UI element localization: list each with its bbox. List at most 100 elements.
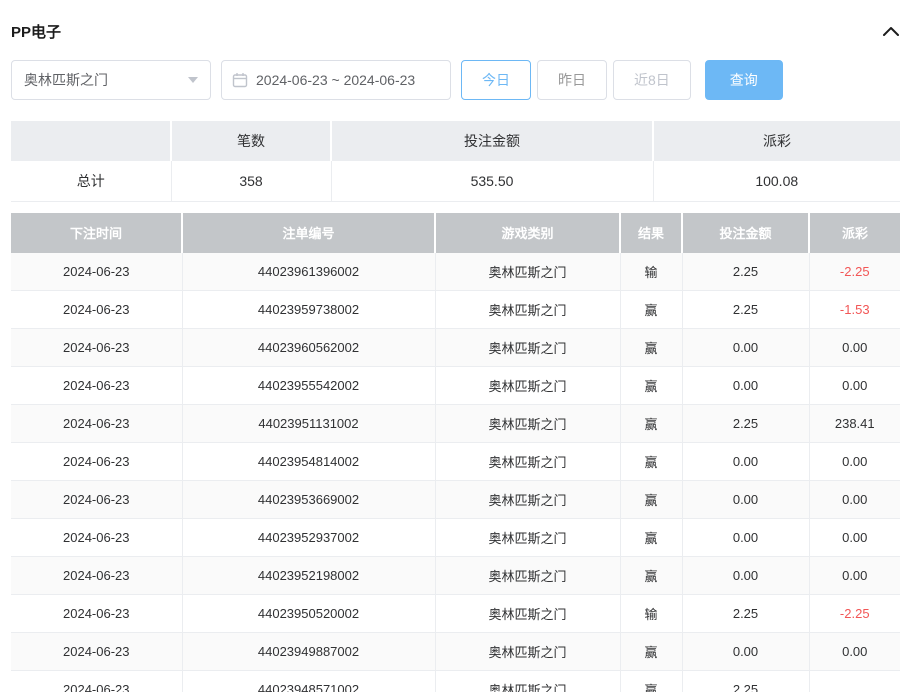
- chevron-down-icon: [188, 77, 198, 83]
- bet-time-cell: 2024-06-23: [11, 291, 182, 329]
- bet-amount-cell: 0.00: [682, 519, 809, 557]
- bet-time-cell: 2024-06-23: [11, 329, 182, 367]
- bet-time-cell: 2024-06-23: [11, 671, 182, 692]
- table-row: 2024-06-2344023952937002奥林匹斯之门赢0.000.00: [11, 519, 900, 557]
- payout-cell: 0.00: [809, 633, 900, 671]
- result-cell: 赢: [620, 405, 682, 443]
- bet-id-cell: 44023961396002: [182, 253, 435, 291]
- page-title: PP电子: [11, 21, 61, 42]
- collapse-button[interactable]: [882, 25, 900, 37]
- summary-count-value: 358: [171, 161, 331, 201]
- result-cell: 赢: [620, 671, 682, 692]
- summary-table: 笔数 投注金额 派彩 总计 358 535.50 100.08: [11, 121, 900, 202]
- bet-amount-cell: 2.25: [682, 291, 809, 329]
- game-cell: 奥林匹斯之门: [435, 253, 620, 291]
- bet-amount-cell: 0.00: [682, 557, 809, 595]
- table-row: 2024-06-2344023949887002奥林匹斯之门赢0.000.00: [11, 633, 900, 671]
- table-row: 2024-06-2344023952198002奥林匹斯之门赢0.000.00: [11, 557, 900, 595]
- summary-header-row: 笔数 投注金额 派彩: [11, 121, 900, 161]
- payout-cell: 0.00: [809, 519, 900, 557]
- date-range-input[interactable]: 2024-06-23 ~ 2024-06-23: [221, 60, 451, 100]
- game-cell: 奥林匹斯之门: [435, 671, 620, 692]
- table-row: 2024-06-2344023960562002奥林匹斯之门赢0.000.00: [11, 329, 900, 367]
- table-row: 2024-06-2344023954814002奥林匹斯之门赢0.000.00: [11, 443, 900, 481]
- payout-cell: 0.00: [809, 557, 900, 595]
- payout-cell: -2.25: [809, 595, 900, 633]
- bet-table-body: 2024-06-2344023961396002奥林匹斯之门输2.25-2.25…: [11, 253, 900, 692]
- summary-payout-value: 100.08: [653, 161, 900, 201]
- table-row: 2024-06-2344023948571002奥林匹斯之门赢2.25: [11, 671, 900, 692]
- bet-time-cell: 2024-06-23: [11, 595, 182, 633]
- bet-time-cell: 2024-06-23: [11, 367, 182, 405]
- col-result: 结果: [620, 213, 682, 253]
- game-cell: 奥林匹斯之门: [435, 595, 620, 633]
- yesterday-button[interactable]: 昨日: [537, 60, 607, 100]
- bet-amount-cell: 0.00: [682, 367, 809, 405]
- col-bet-time: 下注时间: [11, 213, 182, 253]
- filter-bar: 奥林匹斯之门 2024-06-23 ~ 2024-06-23 今日 昨日 近8日…: [11, 60, 900, 100]
- panel-header: PP电子: [11, 18, 900, 44]
- bet-time-cell: 2024-06-23: [11, 253, 182, 291]
- table-row: 2024-06-2344023953669002奥林匹斯之门赢0.000.00: [11, 481, 900, 519]
- payout-cell: 0.00: [809, 367, 900, 405]
- result-cell: 赢: [620, 329, 682, 367]
- summary-header-empty: [11, 121, 171, 161]
- col-bet-amount: 投注金额: [682, 213, 809, 253]
- bet-id-cell: 44023952198002: [182, 557, 435, 595]
- bet-time-cell: 2024-06-23: [11, 481, 182, 519]
- bet-id-cell: 44023959738002: [182, 291, 435, 329]
- bet-id-cell: 44023955542002: [182, 367, 435, 405]
- bet-id-cell: 44023960562002: [182, 329, 435, 367]
- table-row: 2024-06-2344023961396002奥林匹斯之门输2.25-2.25: [11, 253, 900, 291]
- bet-amount-cell: 0.00: [682, 443, 809, 481]
- result-cell: 输: [620, 595, 682, 633]
- game-cell: 奥林匹斯之门: [435, 481, 620, 519]
- bet-id-cell: 44023951131002: [182, 405, 435, 443]
- calendar-icon: [232, 72, 248, 88]
- bet-id-cell: 44023950520002: [182, 595, 435, 633]
- table-row: 2024-06-2344023959738002奥林匹斯之门赢2.25-1.53: [11, 291, 900, 329]
- today-button[interactable]: 今日: [461, 60, 531, 100]
- result-cell: 赢: [620, 633, 682, 671]
- game-select[interactable]: 奥林匹斯之门: [11, 60, 211, 100]
- bet-table-header-row: 下注时间 注单编号 游戏类别 结果 投注金额 派彩: [11, 213, 900, 253]
- bet-time-cell: 2024-06-23: [11, 405, 182, 443]
- payout-cell: -2.25: [809, 253, 900, 291]
- last-8-days-button[interactable]: 近8日: [613, 60, 691, 100]
- bet-time-cell: 2024-06-23: [11, 633, 182, 671]
- result-cell: 赢: [620, 367, 682, 405]
- summary-header-payout: 派彩: [653, 121, 900, 161]
- col-bet-id: 注单编号: [182, 213, 435, 253]
- result-cell: 赢: [620, 291, 682, 329]
- bet-table: 下注时间 注单编号 游戏类别 结果 投注金额 派彩 2024-06-234402…: [11, 213, 900, 692]
- game-cell: 奥林匹斯之门: [435, 367, 620, 405]
- bet-amount-cell: 0.00: [682, 481, 809, 519]
- bet-time-cell: 2024-06-23: [11, 443, 182, 481]
- col-game-category: 游戏类别: [435, 213, 620, 253]
- game-cell: 奥林匹斯之门: [435, 405, 620, 443]
- bet-time-cell: 2024-06-23: [11, 519, 182, 557]
- game-cell: 奥林匹斯之门: [435, 329, 620, 367]
- payout-cell: 238.41: [809, 405, 900, 443]
- bet-id-cell: 44023954814002: [182, 443, 435, 481]
- bet-amount-cell: 2.25: [682, 253, 809, 291]
- bet-id-cell: 44023949887002: [182, 633, 435, 671]
- date-range-value: 2024-06-23 ~ 2024-06-23: [256, 72, 415, 88]
- summary-header-count: 笔数: [171, 121, 331, 161]
- table-row: 2024-06-2344023955542002奥林匹斯之门赢0.000.00: [11, 367, 900, 405]
- chevron-up-icon: [882, 25, 900, 37]
- payout-cell: 0.00: [809, 329, 900, 367]
- payout-cell: 0.00: [809, 443, 900, 481]
- summary-total-label: 总计: [11, 161, 171, 201]
- summary-bet-amount-value: 535.50: [331, 161, 653, 201]
- game-cell: 奥林匹斯之门: [435, 443, 620, 481]
- query-button[interactable]: 查询: [705, 60, 783, 100]
- col-payout: 派彩: [809, 213, 900, 253]
- game-select-value: 奥林匹斯之门: [24, 70, 108, 90]
- bet-id-cell: 44023948571002: [182, 671, 435, 692]
- bet-amount-cell: 0.00: [682, 329, 809, 367]
- payout-cell: [809, 671, 900, 692]
- result-cell: 赢: [620, 443, 682, 481]
- payout-cell: 0.00: [809, 481, 900, 519]
- bet-id-cell: 44023953669002: [182, 481, 435, 519]
